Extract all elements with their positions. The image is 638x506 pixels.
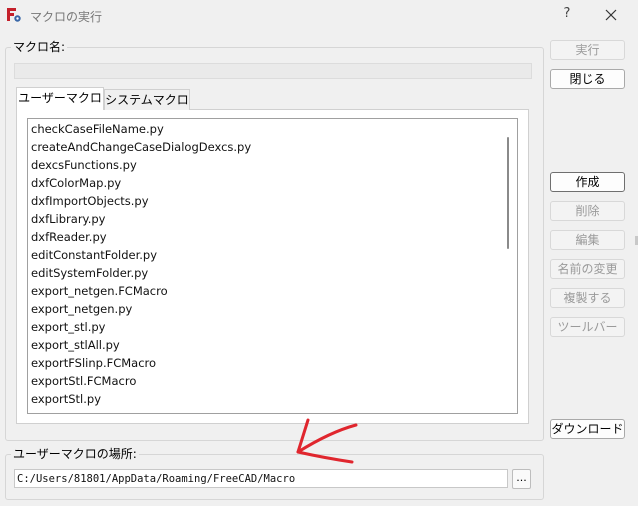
execute-button[interactable]: 実行 [550,40,625,60]
title-bar: マクロの実行 ? [0,0,638,30]
tab-system-macros[interactable]: システムマクロ [104,89,190,110]
window-title: マクロの実行 [30,10,103,24]
list-item[interactable]: export_netgen.FCMacro [31,282,168,300]
list-item[interactable]: checkCaseFileName.py [31,120,164,138]
tab-user-macros[interactable]: ユーザーマクロ [16,87,104,110]
list-item[interactable]: editSystemFolder.py [31,264,148,282]
browse-button[interactable]: ... [512,469,531,489]
rename-button[interactable]: 名前の変更 [550,259,625,279]
macro-list[interactable]: checkCaseFileName.py createAndChangeCase… [27,118,518,414]
list-scrollbar-thumb[interactable] [507,137,509,249]
list-item[interactable]: dxfLibrary.py [31,210,106,228]
list-item[interactable]: export_stlAll.py [31,336,120,354]
delete-button[interactable]: 削除 [550,201,625,221]
macro-location-label: ユーザーマクロの場所: [11,445,139,462]
create-button[interactable]: 作成 [550,172,625,192]
list-item[interactable]: exportFSlinp.FCMacro [31,354,156,372]
list-item[interactable]: editConstantFolder.py [31,246,157,264]
duplicate-button[interactable]: 複製する [550,288,625,308]
toolbar-button[interactable]: ツールバー [550,317,625,337]
list-item[interactable]: export_stl.py [31,318,105,336]
macro-name-input[interactable] [14,63,532,79]
macro-name-label: マクロ名: [11,38,68,55]
list-item[interactable]: exportStl.py [31,390,101,408]
edit-button[interactable]: 編集 [550,230,625,250]
close-button[interactable]: 閉じる [550,69,625,89]
help-button[interactable]: ? [558,3,576,25]
close-icon[interactable] [600,4,622,26]
freecad-icon [7,8,21,22]
list-item[interactable]: dxfImportObjects.py [31,192,149,210]
list-item[interactable]: exportStl.FCMacro [31,372,136,390]
list-item[interactable]: createAndChangeCaseDialogDexcs.py [31,138,251,156]
list-item[interactable]: dxfColorMap.py [31,174,121,192]
list-item[interactable]: export_netgen.py [31,300,132,318]
download-button[interactable]: ダウンロード [550,419,625,439]
list-item[interactable]: dexcsFunctions.py [31,156,137,174]
list-item[interactable]: dxfReader.py [31,228,107,246]
macro-path-field[interactable]: C:/Users/81801/AppData/Roaming/FreeCAD/M… [14,469,508,488]
